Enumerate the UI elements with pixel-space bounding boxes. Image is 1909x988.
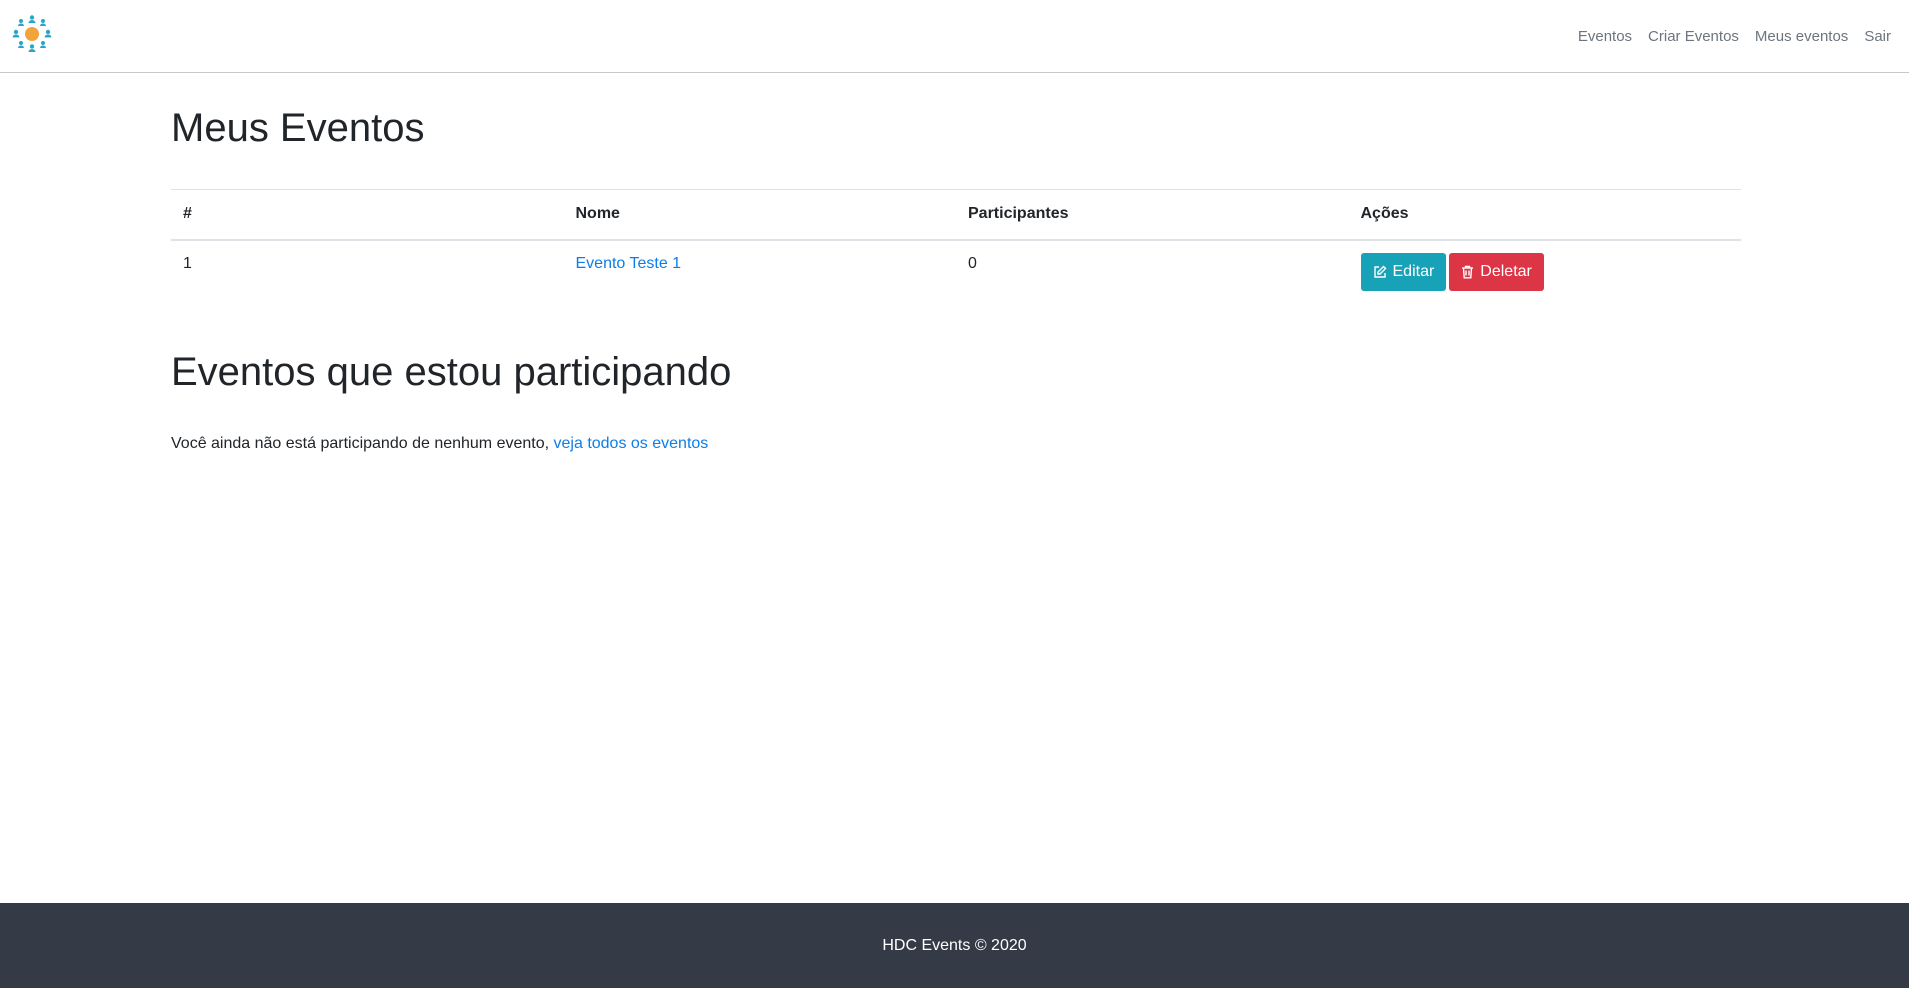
participating-title: Eventos que estou participando xyxy=(171,350,732,394)
event-index: 1 xyxy=(183,254,192,272)
edit-icon xyxy=(1373,265,1386,278)
column-header-actions: Ações xyxy=(1348,189,1741,241)
trash-icon xyxy=(1462,265,1474,278)
edit-button-label: Editar xyxy=(1392,262,1435,280)
event-name-cell: Evento Teste 1 xyxy=(564,240,957,303)
edit-button[interactable]: Editar xyxy=(1360,252,1447,291)
top-navbar: Eventos Criar Eventos Meus eventos Sair xyxy=(0,0,1909,73)
empty-message-text: Você ainda não está participando de nenh… xyxy=(171,435,550,452)
delete-button-label: Deletar xyxy=(1480,262,1532,280)
delete-button[interactable]: Deletar xyxy=(1449,252,1544,291)
column-header-participants: Participantes xyxy=(956,189,1349,241)
page-footer: HDC Events © 2020 xyxy=(0,903,1909,988)
table-row: 1 Evento Teste 1 0 Editar Deletar xyxy=(171,240,1741,303)
column-header-index: # xyxy=(171,189,564,241)
column-header-name: Nome xyxy=(563,189,956,241)
event-participants: 0 xyxy=(968,254,977,272)
nav-eventos[interactable]: Eventos xyxy=(1578,28,1632,45)
participating-empty-message: Você ainda não está participando de nenh… xyxy=(171,435,708,453)
footer-text: HDC Events © 2020 xyxy=(882,936,1027,954)
my-events-table: # Nome Participantes Ações 1 Evento Test… xyxy=(171,189,1741,303)
see-all-events-link[interactable]: veja todos os eventos xyxy=(554,435,709,452)
nav-criar-eventos[interactable]: Criar Eventos xyxy=(1648,28,1739,45)
main-nav: Eventos Criar Eventos Meus eventos Sair xyxy=(1562,0,1891,73)
logo-icon[interactable] xyxy=(12,14,52,54)
event-actions-cell: Editar Deletar xyxy=(1349,240,1742,303)
event-name-link[interactable]: Evento Teste 1 xyxy=(576,255,682,272)
table-header-row: # Nome Participantes Ações xyxy=(171,189,1741,241)
nav-meus-eventos[interactable]: Meus eventos xyxy=(1755,28,1848,45)
my-events-title: Meus Eventos xyxy=(171,106,425,150)
nav-sair[interactable]: Sair xyxy=(1864,28,1891,45)
